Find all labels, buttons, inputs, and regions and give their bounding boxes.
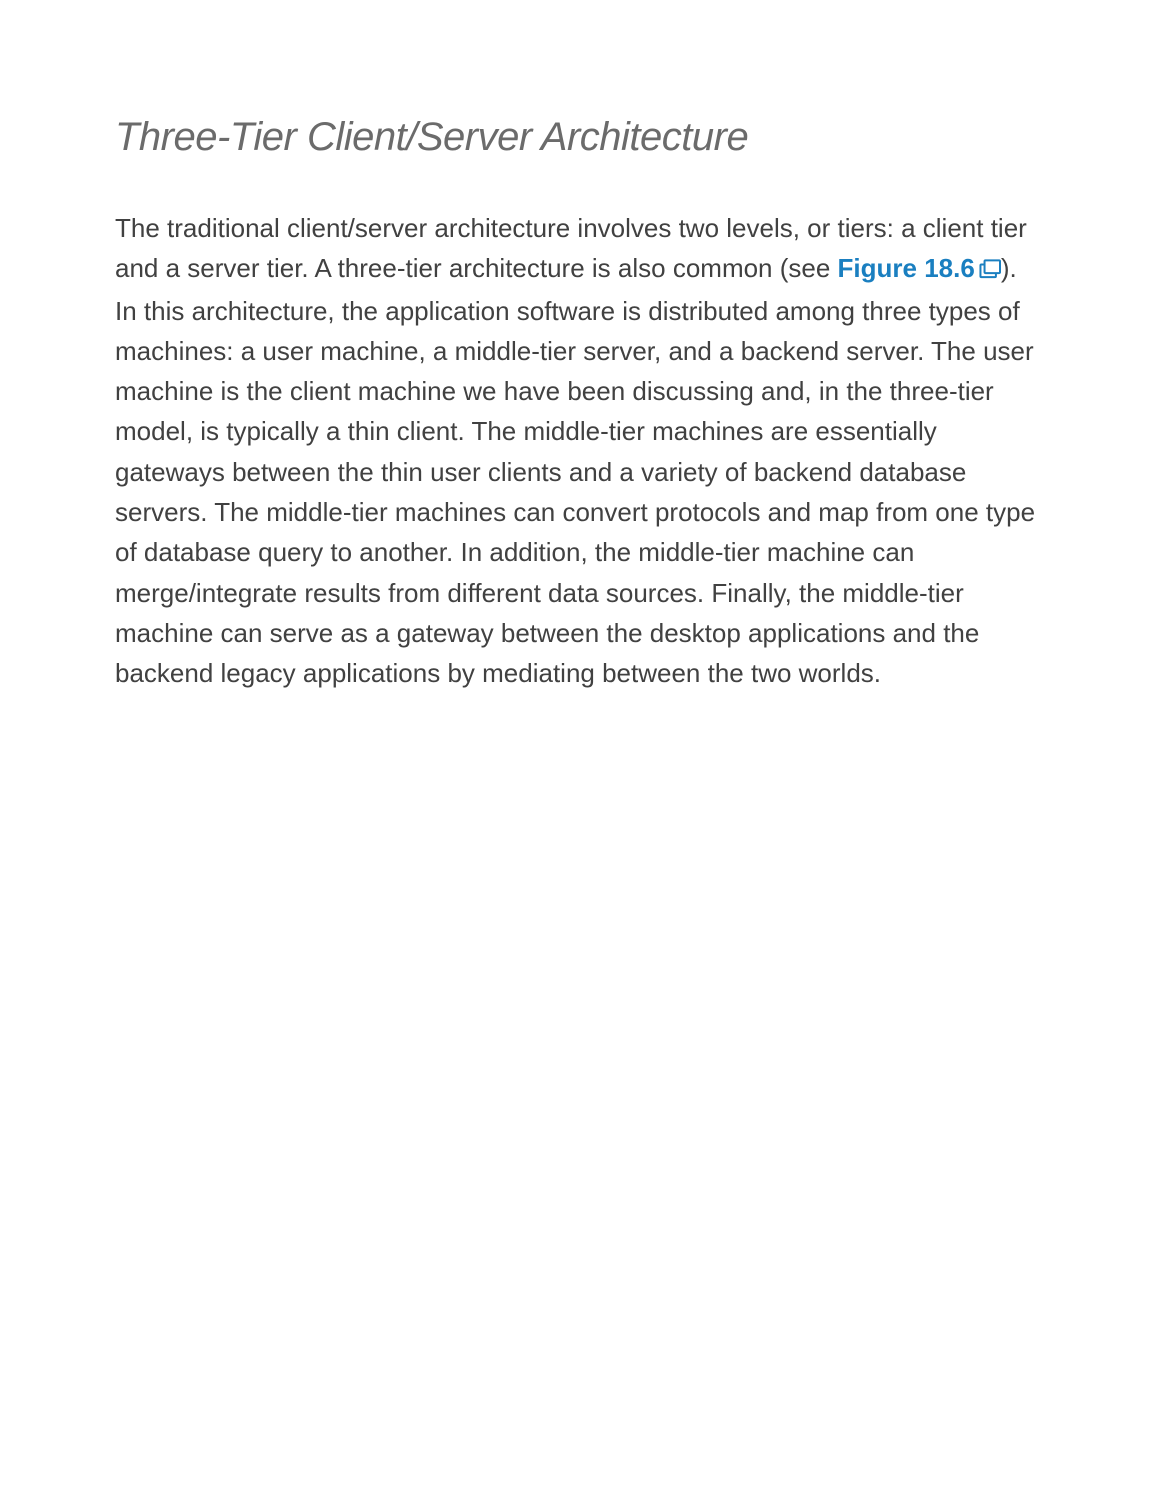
popup-icon <box>979 250 1001 290</box>
figure-link-label: Figure 18.6 <box>838 253 975 283</box>
section-heading: Three-Tier Client/Server Architecture <box>115 115 1044 160</box>
body-paragraph: The traditional client/server architectu… <box>115 208 1044 694</box>
figure-reference-link[interactable]: Figure 18.6 <box>838 253 1001 283</box>
paragraph-text-after-link: ). In this architecture, the application… <box>115 253 1035 688</box>
